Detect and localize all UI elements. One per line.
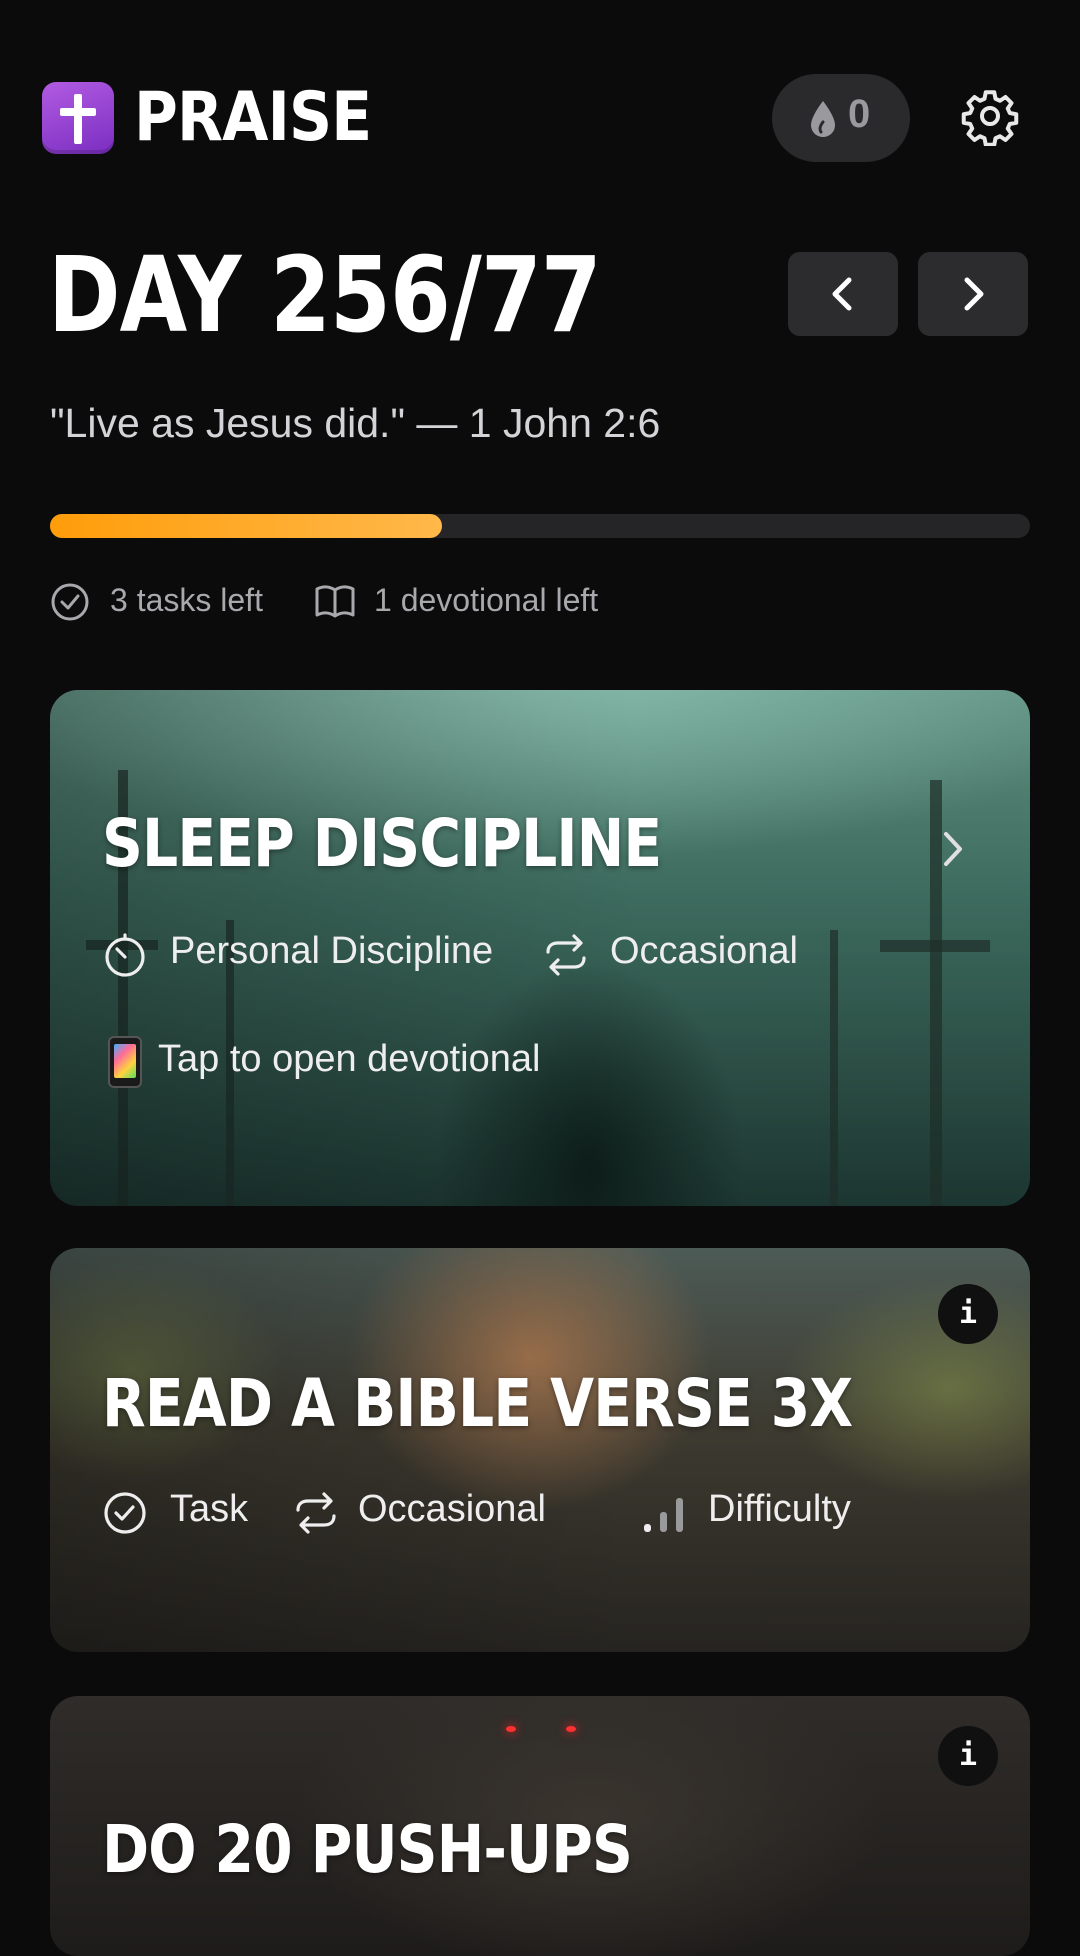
check-circle-icon — [104, 1492, 146, 1534]
phone-icon — [108, 1036, 142, 1088]
cross-logo-icon — [42, 82, 114, 154]
category-label: Task — [170, 1488, 249, 1530]
difficulty-label: Difficulty — [708, 1488, 851, 1530]
streak-button[interactable]: 0 — [772, 74, 910, 162]
day-progress-fill — [50, 514, 442, 538]
info-button[interactable]: i — [938, 1284, 998, 1344]
chevron-right-icon — [964, 277, 984, 311]
card-image-shade — [50, 1248, 1030, 1652]
next-day-button[interactable] — [918, 252, 1028, 336]
frequency-label: Occasional — [358, 1488, 546, 1530]
app-title: PRAISE — [134, 78, 372, 157]
frequency-label: Occasional — [610, 930, 798, 972]
repeat-icon — [296, 1492, 336, 1534]
timer-icon — [105, 933, 145, 977]
card-title: READ A BIBLE VERSE 3X — [102, 1365, 853, 1442]
daily-quote: "Live as Jesus did." — 1 John 2:6 — [50, 400, 661, 446]
red-eye-decoration — [566, 1726, 576, 1732]
tasks-left-label: 3 tasks left — [110, 582, 263, 618]
red-eye-decoration — [506, 1726, 516, 1732]
day-title: DAY 256/77 — [48, 234, 602, 356]
gear-icon[interactable] — [960, 86, 1020, 146]
info-button[interactable]: i — [938, 1726, 998, 1786]
book-icon — [315, 585, 355, 618]
task-card-push-ups[interactable]: i DO 20 PUSH-UPS — [50, 1696, 1030, 1956]
card-title: SLEEP DISCIPLINE — [102, 805, 662, 882]
flame-icon — [811, 101, 835, 137]
streak-count: 0 — [848, 92, 871, 136]
day-progress-bar — [50, 514, 1030, 538]
devotional-card-sleep-discipline[interactable]: SLEEP DISCIPLINE Personal Discipline Occ… — [50, 690, 1030, 1206]
action-label: Tap to open devotional — [158, 1038, 541, 1080]
signal-bars-icon — [644, 1498, 683, 1532]
card-title: DO 20 PUSH-UPS — [102, 1811, 633, 1888]
devotionals-left-label: 1 devotional left — [374, 582, 599, 618]
chevron-right-icon — [944, 832, 962, 866]
chevron-left-icon — [832, 277, 852, 311]
check-circle-icon — [51, 583, 89, 621]
previous-day-button[interactable] — [788, 252, 898, 336]
category-label: Personal Discipline — [170, 930, 494, 972]
app-header: PRAISE 0 — [42, 74, 1038, 200]
repeat-icon — [546, 934, 586, 976]
task-card-read-bible-verse[interactable]: i READ A BIBLE VERSE 3X Task Occasional … — [50, 1248, 1030, 1652]
